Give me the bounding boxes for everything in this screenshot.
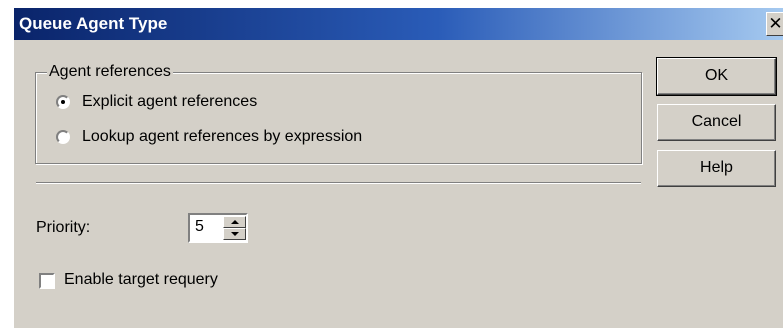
priority-input[interactable]: 5 <box>195 218 204 236</box>
dialog-title: Queue Agent Type <box>19 14 168 33</box>
enable-target-requery-checkbox[interactable] <box>39 273 55 289</box>
queue-agent-type-dialog: Queue Agent Type ✕ Agent references Expl… <box>13 7 783 328</box>
priority-label: Priority: <box>36 219 91 236</box>
radio-button-selected[interactable] <box>56 95 70 109</box>
arrow-down-icon <box>231 232 239 236</box>
agent-references-legend: Agent references <box>47 63 173 81</box>
radio-label-lookup: Lookup agent references by expression <box>82 128 363 145</box>
arrow-up-icon <box>231 220 239 224</box>
help-button[interactable]: Help <box>657 150 776 187</box>
horizontal-separator <box>36 182 641 184</box>
title-bar[interactable]: Queue Agent Type ✕ <box>14 8 783 40</box>
radio-lookup-agent-references[interactable]: Lookup agent references by expression <box>56 128 362 146</box>
priority-spinner[interactable]: 5 <box>188 213 248 243</box>
enable-target-requery-label: Enable target requery <box>64 271 218 288</box>
radio-label-explicit: Explicit agent references <box>82 93 258 110</box>
radio-explicit-agent-references[interactable]: Explicit agent references <box>56 93 257 111</box>
cancel-button[interactable]: Cancel <box>657 104 776 141</box>
spin-down-button[interactable] <box>223 228 246 240</box>
spin-up-button[interactable] <box>223 216 246 228</box>
agent-references-group: Agent references Explicit agent referenc… <box>35 63 642 164</box>
close-button[interactable]: ✕ <box>766 12 783 36</box>
close-icon: ✕ <box>768 14 783 34</box>
ok-button[interactable]: OK <box>656 57 777 96</box>
radio-button-unselected[interactable] <box>56 130 70 144</box>
